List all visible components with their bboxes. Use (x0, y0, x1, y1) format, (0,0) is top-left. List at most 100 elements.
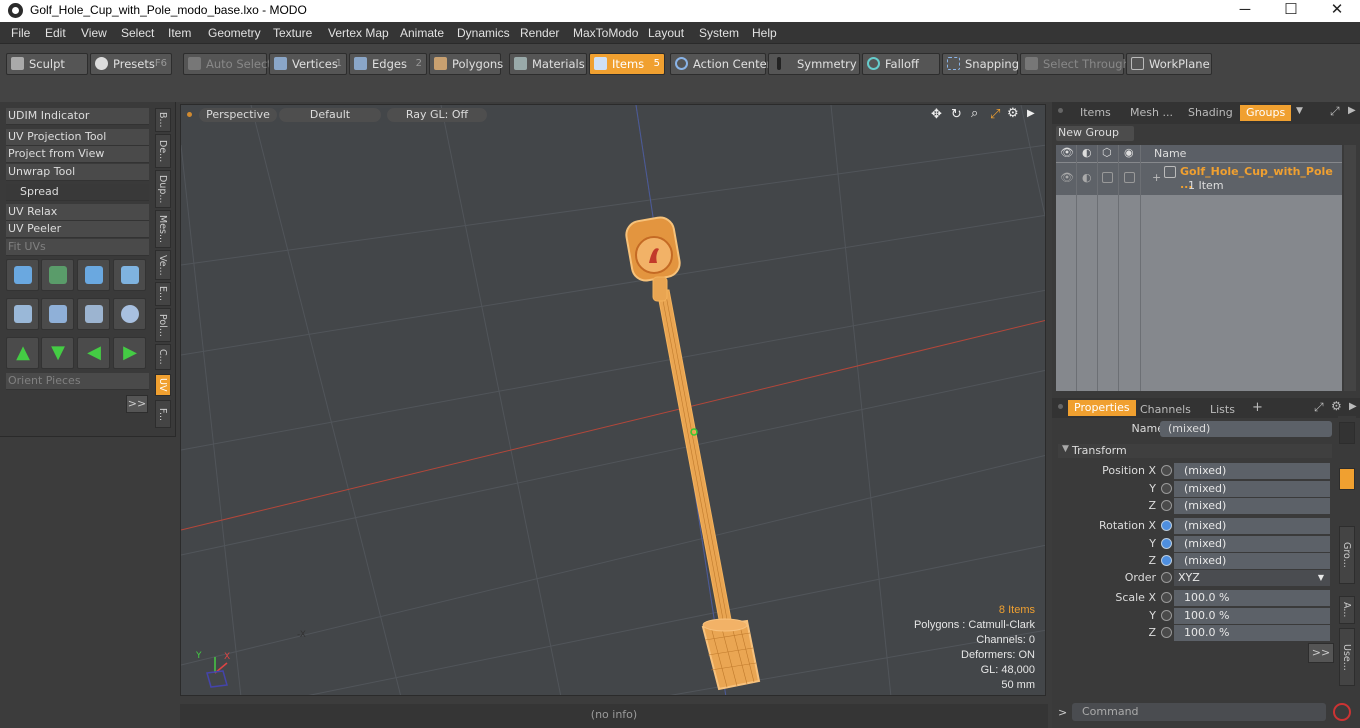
position-x-field[interactable]: (mixed) (1174, 463, 1330, 479)
falloff-button[interactable]: Falloff (862, 53, 940, 75)
ray-gl-toggle[interactable]: Ray GL: Off (387, 108, 487, 122)
vtab-uv[interactable]: UV (155, 374, 171, 396)
vtab-curve[interactable]: C... (155, 344, 171, 370)
shading-default-dropdown[interactable]: Default (279, 108, 381, 122)
menu-render[interactable]: Render (520, 26, 559, 40)
vtab-edge[interactable]: E... (155, 282, 171, 306)
spread-section-header[interactable]: Spread (6, 184, 149, 201)
panel-arrow-icon[interactable]: ▶ (1348, 105, 1356, 116)
polygons-button[interactable]: Polygons (429, 53, 503, 75)
expand-arrow-icon[interactable]: ▶ (1027, 108, 1035, 119)
menu-texture[interactable]: Texture (273, 26, 312, 40)
row-render-icon[interactable]: ◐ (1082, 171, 1092, 184)
lock-icon[interactable]: ⬡ (1102, 146, 1112, 159)
row-eye-icon[interactable]: 👁 (1060, 171, 1074, 184)
menu-vertex-map[interactable]: Vertex Map (328, 26, 389, 40)
scale-z-field[interactable]: 100.0 % (1174, 625, 1330, 641)
tab-channels[interactable]: Channels (1140, 402, 1191, 418)
vertices-button[interactable]: Vertices 1 (269, 53, 347, 75)
transform-section[interactable]: ▼ Transform (1058, 444, 1332, 458)
vtab-deform[interactable]: De... (155, 134, 171, 168)
menu-layout[interactable]: Layout (648, 26, 684, 40)
align-right-button[interactable]: ▶ (113, 337, 146, 369)
pan-icon[interactable]: ✥ (931, 107, 942, 122)
menu-help[interactable]: Help (752, 26, 777, 40)
edges-button[interactable]: Edges 2 (349, 53, 427, 75)
properties-arrow-icon[interactable]: ▶ (1349, 401, 1357, 412)
side-tab-active[interactable] (1339, 468, 1355, 490)
visibility-eye-icon[interactable]: 👁 (1060, 146, 1074, 159)
project-from-view-button[interactable]: Project from View (6, 146, 149, 163)
tab-properties[interactable]: Properties (1068, 400, 1136, 416)
panel-menu-dot[interactable] (1058, 108, 1063, 113)
udim-indicator-button[interactable]: UDIM Indicator (6, 108, 149, 125)
menu-animate[interactable]: Animate (400, 26, 444, 40)
orient-pieces-button[interactable]: Orient Pieces (6, 373, 149, 390)
menu-select[interactable]: Select (121, 26, 154, 40)
menu-dynamics[interactable]: Dynamics (457, 26, 510, 40)
new-group-button[interactable]: New Group (1056, 126, 1134, 141)
select-icon[interactable]: ◉ (1124, 146, 1134, 159)
side-tab-user[interactable]: Use... (1339, 628, 1355, 686)
items-button[interactable]: Items 5 (589, 53, 665, 75)
auto-select-button[interactable]: Auto Select (183, 53, 272, 75)
menu-file[interactable]: File (11, 26, 30, 40)
action-center-button[interactable]: Action Center (670, 53, 771, 75)
perspective-dropdown[interactable]: Perspective (199, 108, 277, 122)
align-up-button[interactable]: ▲ (6, 337, 39, 369)
vtab-vertex[interactable]: Ve... (155, 250, 171, 280)
menu-view[interactable]: View (81, 26, 107, 40)
vtab-basic[interactable]: B... (155, 108, 171, 132)
rotation-x-radio[interactable] (1161, 520, 1172, 531)
vtab-fusion[interactable]: F... (155, 400, 171, 428)
viewport-menu-dot[interactable] (187, 112, 192, 117)
snapping-button[interactable]: Snapping (942, 53, 1019, 75)
fit-uvs-button[interactable]: Fit UVs (6, 239, 149, 256)
rotation-z-field[interactable]: (mixed) (1174, 553, 1330, 569)
rotation-y-radio[interactable] (1161, 538, 1172, 549)
sculpt-button[interactable]: Sculpt (6, 53, 88, 75)
properties-maximize-icon[interactable]: ⤢ (1314, 400, 1324, 415)
position-x-radio[interactable] (1161, 465, 1172, 476)
3d-viewport[interactable]: Perspective Default Ray GL: Off ✥ ↻ ⌕ ⤢ … (180, 104, 1046, 696)
align-left-button[interactable]: ◀ (77, 337, 110, 369)
unwrap-tool-button[interactable]: Unwrap Tool (6, 164, 149, 181)
zoom-icon[interactable]: ⌕ (971, 106, 978, 121)
menu-edit[interactable]: Edit (45, 26, 66, 40)
properties-menu-dot[interactable] (1058, 404, 1063, 409)
select-through-button[interactable]: Select Through (1020, 53, 1130, 75)
uv-projection-tool-button[interactable]: UV Projection Tool (6, 129, 149, 146)
uv-scale-icon-button[interactable] (77, 259, 110, 291)
uv-box-icon-button[interactable] (113, 259, 146, 291)
properties-gear-icon[interactable]: ⚙ (1331, 399, 1342, 413)
tab-mesh[interactable]: Mesh ... (1130, 105, 1173, 121)
side-tab-a[interactable]: A... (1339, 596, 1355, 624)
uv-rotate-icon-button[interactable] (41, 259, 74, 291)
menu-maxtomodo[interactable]: MaxToModo (573, 26, 638, 40)
command-input[interactable]: Command (1072, 703, 1326, 721)
scale-y-radio[interactable] (1161, 610, 1172, 621)
scale-x-radio[interactable] (1161, 592, 1172, 603)
scale-y-field[interactable]: 100.0 % (1174, 608, 1330, 624)
uv-relax-button[interactable]: UV Relax (6, 204, 149, 221)
presets-button[interactable]: Presets F6 (90, 53, 172, 75)
name-field[interactable]: (mixed) (1160, 421, 1332, 437)
rotation-y-field[interactable]: (mixed) (1174, 536, 1330, 552)
more-tools-button[interactable]: >> (126, 395, 148, 413)
align-down-button[interactable]: ▼ (41, 337, 74, 369)
scale-z-radio[interactable] (1161, 627, 1172, 638)
side-tab-top[interactable] (1339, 422, 1355, 444)
minimize-button[interactable]: ─ (1222, 0, 1268, 22)
tab-lists[interactable]: Lists (1210, 402, 1235, 418)
group-row[interactable]: 👁 ◐ + Golf_Hole_Cup_with_Pole ... 1 Item (1056, 163, 1342, 195)
tab-shading[interactable]: Shading (1188, 105, 1233, 121)
position-y-field[interactable]: (mixed) (1174, 481, 1330, 497)
add-tab-button[interactable]: + (1252, 400, 1263, 416)
properties-more-button[interactable]: >> (1308, 643, 1334, 663)
expand-plus-icon[interactable]: + (1152, 171, 1161, 184)
menu-geometry[interactable]: Geometry (208, 26, 261, 40)
uv-perspective-grid-icon-button[interactable] (77, 298, 110, 330)
workplane-button[interactable]: WorkPlane (1126, 53, 1212, 75)
groups-scrollbar[interactable] (1344, 145, 1356, 391)
menu-system[interactable]: System (699, 26, 739, 40)
